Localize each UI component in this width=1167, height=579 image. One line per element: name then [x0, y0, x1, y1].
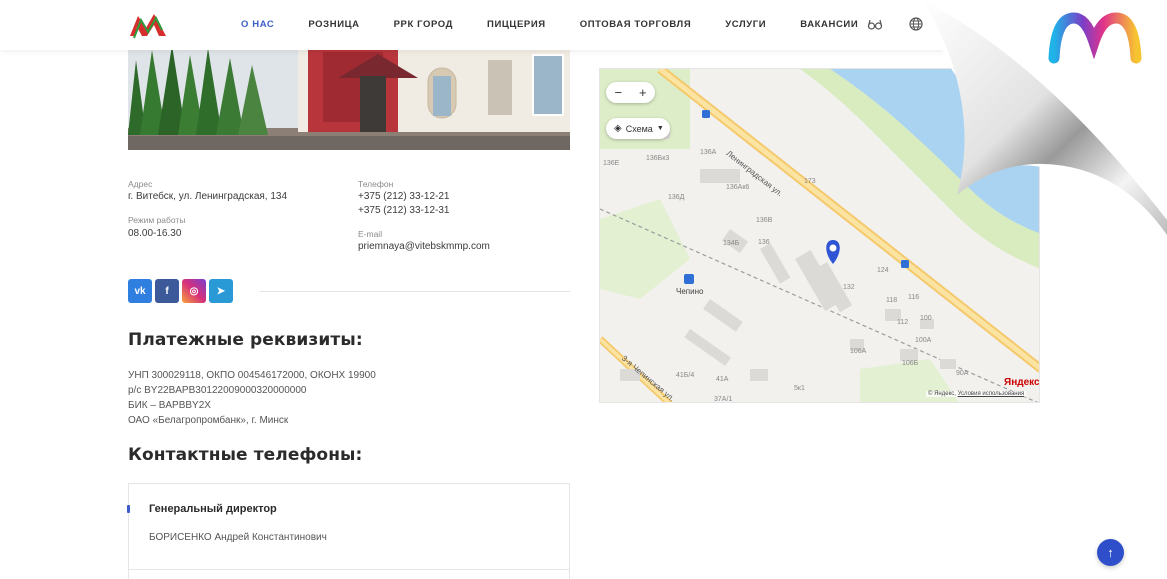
contact-name: БОРИСЕНКО Андрей Константинович — [149, 532, 327, 543]
house-number: 41А — [716, 376, 729, 383]
house-number: 136В — [756, 217, 773, 224]
building-photo — [128, 40, 570, 150]
chevron-down-icon: ▼ — [656, 125, 664, 132]
house-number: 5к1 — [794, 385, 805, 392]
map-copyright: © Яндекс, Условия использования — [926, 391, 1027, 397]
phones-title: Контактные телефоны: — [128, 445, 363, 465]
nav-retail[interactable]: Розница — [308, 19, 359, 30]
address-label: Адрес — [128, 179, 153, 189]
contact-card: Генеральный директор БОРИСЕНКО Андрей Ко… — [127, 483, 570, 579]
yandex-logo: Яндекс — [1004, 377, 1040, 388]
house-number: 100А — [915, 337, 932, 344]
telegram-button[interactable]: ➤ — [209, 279, 233, 303]
zoom-in-button[interactable]: + — [639, 85, 647, 100]
company-logo[interactable] — [128, 10, 168, 40]
nav-services[interactable]: Услуги — [725, 19, 766, 30]
house-number: 136Д — [668, 194, 685, 201]
vk-icon: vk — [134, 285, 146, 297]
facebook-icon: f — [165, 285, 169, 297]
nav-wholesale[interactable]: Оптовая торговля — [580, 19, 692, 30]
station-label: Чепино — [676, 287, 704, 296]
house-number: 132 — [843, 284, 855, 291]
payment-line: ОАО «Белагропромбанк», г. Минск — [128, 415, 289, 426]
telegram-icon: ➤ — [216, 285, 226, 297]
zoom-out-button[interactable]: − — [614, 85, 622, 100]
house-number: 90А — [956, 370, 969, 377]
instagram-button[interactable]: ◎ — [182, 279, 206, 303]
house-number: 118 — [886, 297, 898, 304]
contact-role[interactable]: Генеральный директор — [149, 503, 277, 515]
house-number: 41Б/4 — [676, 372, 695, 379]
vk-button[interactable]: vk — [128, 279, 152, 303]
nav-about[interactable]: О нас — [241, 19, 274, 30]
house-number: 112 — [897, 319, 909, 326]
glasses-icon[interactable] — [867, 16, 883, 32]
nav-vacancies[interactable]: Вакансии — [800, 19, 858, 30]
house-number: 106А — [850, 348, 867, 355]
contact-marker — [127, 505, 130, 513]
house-number: 100 — [920, 315, 932, 322]
house-number: 136Бк3 — [646, 155, 670, 162]
brand-m-logo — [1048, 12, 1142, 64]
house-number: 173 — [804, 178, 816, 185]
house-number: 134Б — [723, 240, 740, 247]
payment-line: БИК – BAPBBY2X — [128, 400, 211, 411]
house-number: 37А/1 — [714, 396, 733, 403]
layers-icon: ◈ — [614, 123, 622, 134]
house-number: 136E — [603, 160, 620, 167]
phone-1[interactable]: +375 (212) 33-12-21 — [358, 191, 449, 202]
layer-switcher[interactable]: ◈ Схема ▼ — [606, 118, 670, 139]
copyright-text: © Яндекс — [928, 391, 955, 397]
layer-label: Схема — [625, 123, 653, 134]
payment-line: р/с BY22BAPB30122009000320000000 — [128, 385, 307, 396]
main-nav: О нас Розница РРК Город Пиццерия Оптовая… — [241, 19, 892, 30]
hours-label: Режим работы — [128, 215, 186, 225]
house-number: 136 — [758, 239, 770, 246]
phone-2[interactable]: +375 (212) 33-12-31 — [358, 205, 449, 216]
house-number: 106Б — [902, 360, 919, 367]
social-divider — [260, 291, 570, 292]
nav-rrk-city[interactable]: РРК Город — [394, 19, 453, 30]
payment-line: УНП 300029118, ОКПО 004546172000, ОКОНХ … — [128, 370, 376, 381]
instagram-icon: ◎ — [189, 285, 199, 297]
phone-label: Телефон — [358, 179, 394, 189]
arrow-up-icon: ↑ — [1107, 545, 1114, 560]
house-number: 136A — [700, 149, 717, 156]
facebook-button[interactable]: f — [155, 279, 179, 303]
hours-value: 08.00-16.30 — [128, 228, 182, 239]
scroll-top-button[interactable]: ↑ — [1097, 539, 1124, 566]
email-value[interactable]: priemnaya@vitebskmmp.com — [358, 241, 490, 252]
house-number: 124 — [877, 267, 889, 274]
zoom-control: − + — [606, 82, 655, 103]
address-value: г. Витебск, ул. Ленинградская, 134 — [128, 191, 288, 202]
house-number: 136Ак6 — [726, 184, 750, 191]
nav-pizzeria[interactable]: Пиццерия — [487, 19, 546, 30]
email-label: E-mail — [358, 229, 383, 239]
contact-separator — [129, 569, 569, 570]
terms-link[interactable]: Условия использования — [958, 391, 1025, 397]
house-number: 116 — [908, 294, 920, 301]
payment-title: Платежные реквизиты: — [128, 330, 363, 350]
